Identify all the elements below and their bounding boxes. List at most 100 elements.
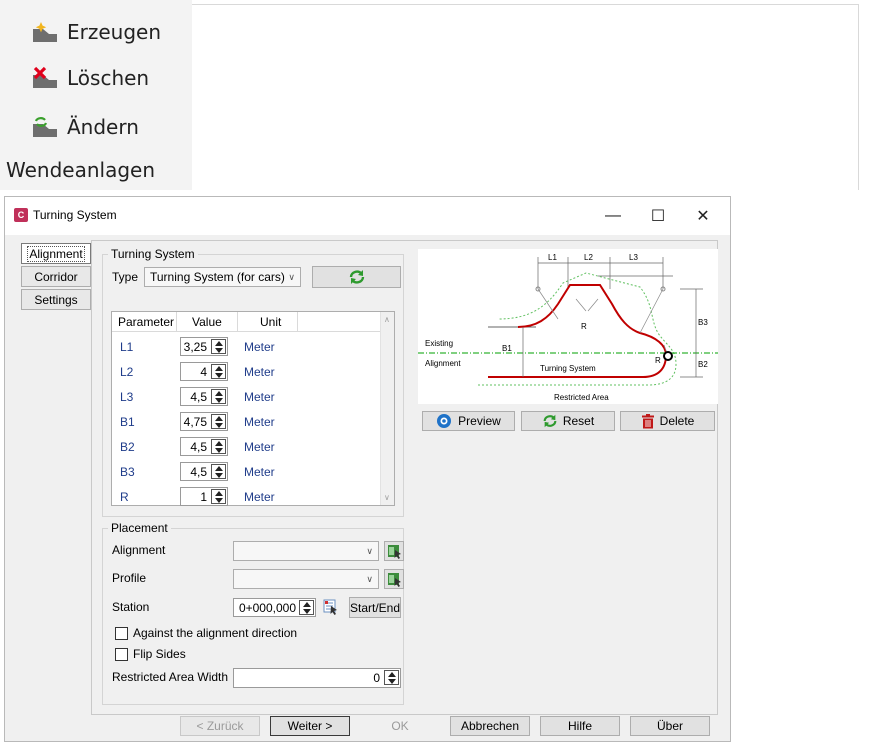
table-row: B3 4,5 Meter [112, 459, 382, 484]
tab-corridor[interactable]: Corridor [21, 266, 91, 287]
tab-corridor-label: Corridor [34, 269, 78, 284]
pick-station-button[interactable] [321, 597, 341, 618]
profile-dropdown[interactable]: ∨ [233, 569, 379, 589]
ribbon-create-label: Erzeugen [67, 20, 162, 44]
cancel-button[interactable]: Abbrechen [450, 716, 530, 736]
pick-station-icon [323, 599, 337, 615]
parameter-value-input[interactable]: 1 [180, 487, 228, 506]
ribbon-delete-button[interactable]: Löschen [31, 63, 149, 93]
pick-alignment-button[interactable] [384, 541, 404, 561]
delete-icon [31, 66, 67, 90]
spinner-arrows-icon[interactable] [211, 414, 226, 429]
turning-system-group-label: Turning System [108, 247, 198, 261]
preview-button[interactable]: Preview [422, 411, 515, 431]
table-row: L3 4,5 Meter [112, 384, 382, 409]
spinner-arrows-icon[interactable] [211, 364, 226, 379]
pick-from-drawing-icon [388, 573, 401, 587]
ribbon-create-button[interactable]: Erzeugen [31, 17, 161, 47]
placement-group: Placement Alignment ∨ Profile ∨ Station … [102, 521, 404, 705]
parameter-unit: Meter [244, 390, 275, 404]
flip-sides-checkbox[interactable] [115, 648, 128, 661]
table-scrollbar[interactable]: ∧ ∨ [380, 312, 394, 505]
parameter-value-input[interactable]: 4,5 [180, 437, 228, 456]
start-end-button[interactable]: Start/End [349, 597, 401, 618]
reset-label: Reset [562, 414, 595, 428]
spinner-arrows-icon[interactable] [211, 489, 226, 504]
pick-profile-button[interactable] [384, 569, 404, 589]
dim-label-b1: B1 [502, 344, 512, 353]
spinner-arrows-icon[interactable] [211, 389, 226, 404]
refresh-icon [349, 270, 364, 284]
type-label: Type [112, 270, 139, 284]
modify-icon [31, 115, 67, 139]
restricted-width-input[interactable]: 0 [233, 668, 401, 688]
help-button[interactable]: Hilfe [540, 716, 620, 736]
parameter-name: L2 [120, 365, 134, 379]
ribbon-modify-label: Ändern [67, 115, 139, 139]
scroll-down-icon[interactable]: ∨ [384, 493, 390, 502]
parameter-name: L3 [120, 390, 134, 404]
delete-button[interactable]: Delete [620, 411, 715, 431]
type-dropdown[interactable]: Turning System (for cars) ∨ [144, 267, 301, 287]
station-label: Station [112, 600, 150, 614]
spinner-arrows-icon[interactable] [211, 464, 226, 479]
dim-label-l3: L3 [629, 253, 638, 262]
window-title: Turning System [33, 208, 117, 222]
parameter-value-input[interactable]: 4,75 [180, 412, 228, 431]
minimize-button[interactable]: — [593, 202, 633, 230]
parameter-unit: Meter [244, 340, 275, 354]
refresh-type-button[interactable] [312, 266, 401, 288]
restricted-area-label: Restricted Area [554, 393, 609, 402]
parameter-name: L1 [120, 340, 134, 354]
chevron-down-icon: ∨ [366, 574, 373, 584]
alignment-dropdown[interactable]: ∨ [233, 541, 379, 561]
about-button[interactable]: Über [630, 716, 710, 736]
against-direction-label: Against the alignment direction [133, 626, 298, 640]
back-button[interactable]: < Zurück [180, 716, 260, 736]
dim-label-l1: L1 [548, 253, 557, 262]
parameter-value: 4 [200, 365, 207, 379]
spinner-arrows-icon[interactable] [384, 670, 399, 685]
turning-system-group: Turning System Type Turning System (for … [102, 247, 404, 517]
column-header-parameter: Parameter [118, 315, 175, 329]
profile-label: Profile [112, 571, 147, 585]
scroll-up-icon[interactable]: ∧ [384, 315, 390, 324]
dim-label-r-top: R [581, 322, 587, 331]
parameter-value: 3,25 [183, 340, 207, 354]
column-divider [176, 312, 177, 331]
existing-label: Existing [425, 339, 453, 348]
chevron-down-icon: ∨ [288, 272, 295, 282]
ok-button[interactable]: OK [360, 716, 440, 736]
parameter-value-input[interactable]: 4,5 [180, 462, 228, 481]
ribbon-group-label: Wendeanlagen [6, 158, 156, 182]
tab-settings[interactable]: Settings [21, 289, 91, 310]
alignment-label: Alignment [425, 359, 461, 368]
parameter-value-input[interactable]: 4,5 [180, 387, 228, 406]
title-bar[interactable]: C Turning System — ☐ ✕ [5, 197, 730, 235]
spinner-arrows-icon[interactable] [299, 600, 314, 615]
parameter-value-input[interactable]: 4 [180, 362, 228, 381]
parameter-value: 4,5 [190, 390, 207, 404]
parameter-name: B2 [120, 440, 135, 454]
parameter-unit: Meter [244, 415, 275, 429]
tab-alignment[interactable]: Alignment [21, 243, 91, 264]
delete-label: Delete [659, 414, 695, 428]
chevron-down-icon: ∨ [366, 546, 373, 556]
ribbon-modify-button[interactable]: Ändern [31, 112, 139, 142]
table-row: L1 3,25 Meter [112, 334, 382, 359]
close-button[interactable]: ✕ [683, 202, 723, 230]
dim-label-b2: B2 [698, 360, 708, 369]
reset-button[interactable]: Reset [521, 411, 615, 431]
station-value: 0+000,000 [238, 601, 296, 615]
refresh-icon [543, 414, 557, 428]
spinner-arrows-icon[interactable] [211, 339, 226, 354]
parameter-value-input[interactable]: 3,25 [180, 337, 228, 356]
spinner-arrows-icon[interactable] [211, 439, 226, 454]
against-direction-checkbox[interactable] [115, 627, 128, 640]
station-input[interactable]: 0+000,000 [233, 598, 316, 617]
table-row: L2 4 Meter [112, 359, 382, 384]
maximize-button[interactable]: ☐ [638, 202, 678, 230]
turning-system-diagram: L1 L2 L3 R R B1 B3 B2 Existing Alignment… [418, 249, 718, 404]
type-dropdown-value: Turning System (for cars) [150, 270, 285, 284]
next-button[interactable]: Weiter > [270, 716, 350, 736]
